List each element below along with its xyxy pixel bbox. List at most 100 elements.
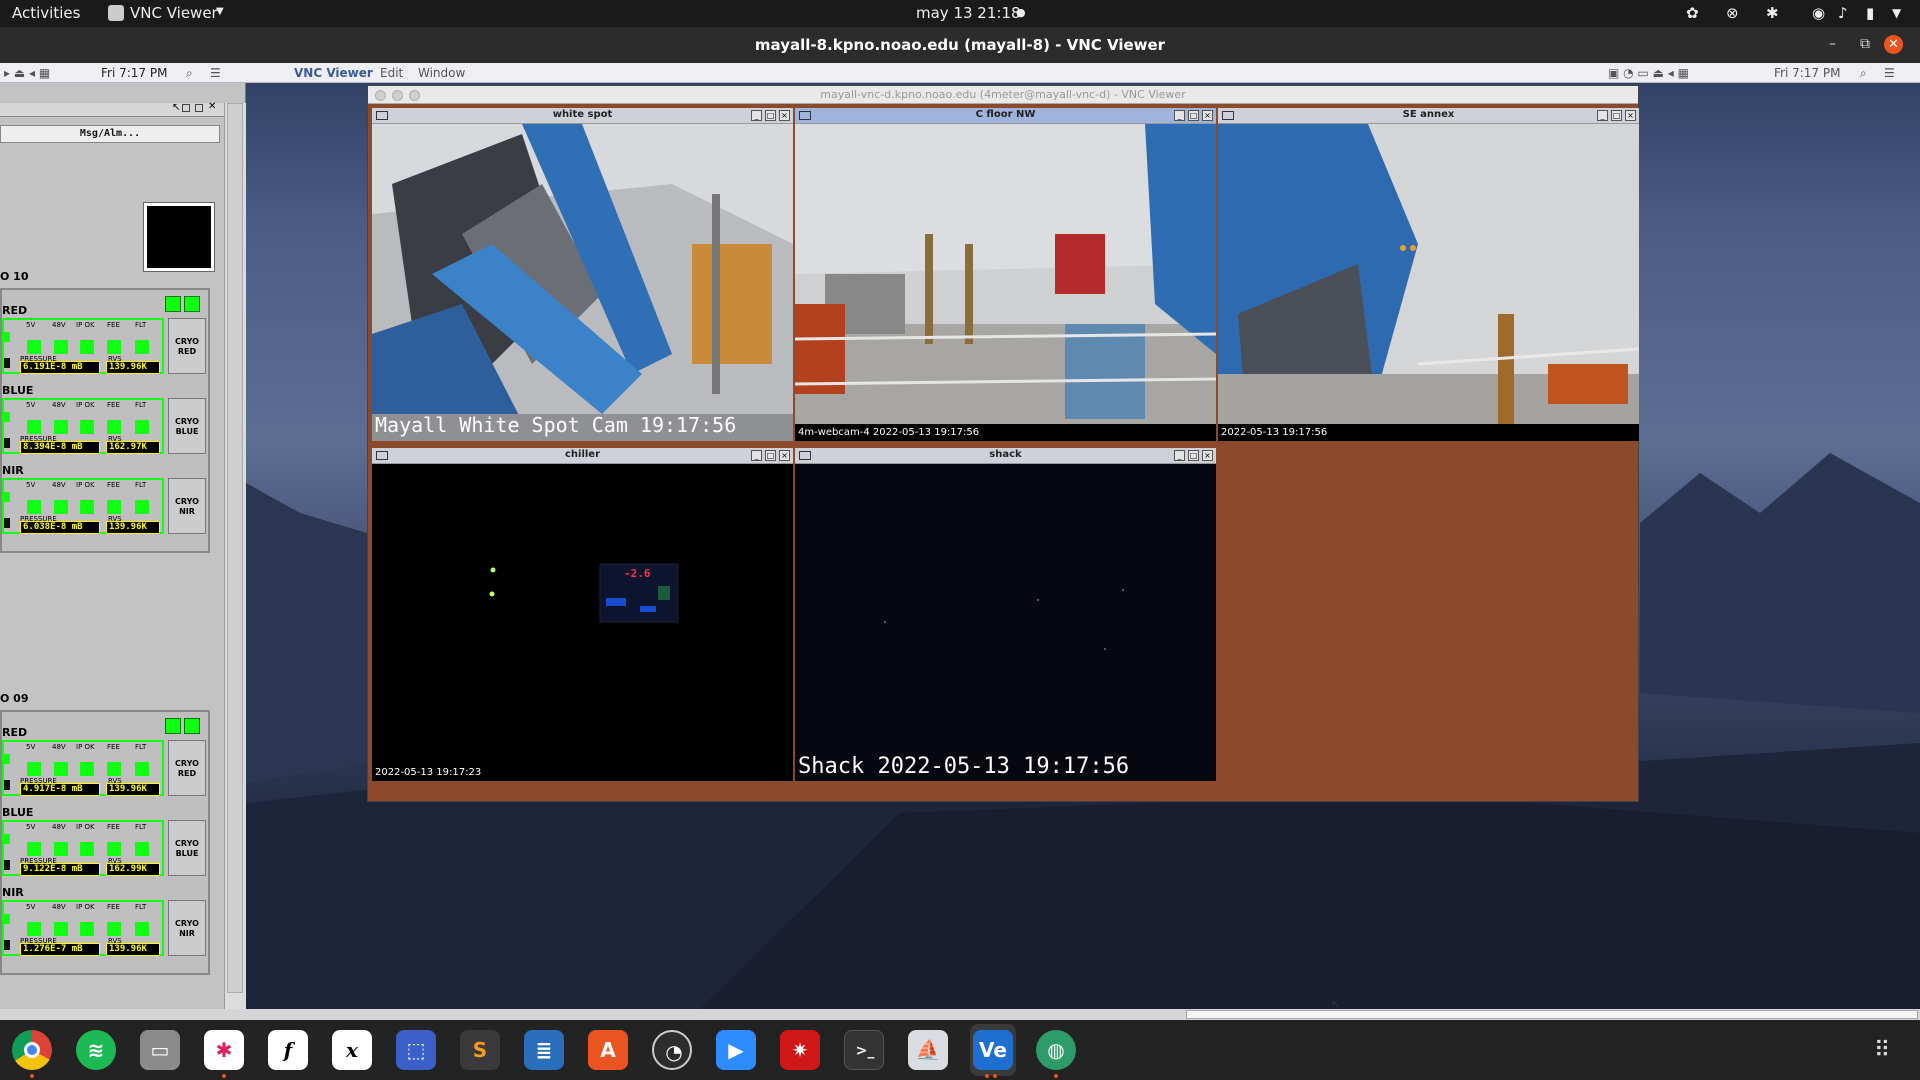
minimize-icon[interactable]: _	[1174, 450, 1185, 461]
webcam-title: C floor NW	[975, 109, 1036, 120]
label-ipok: IP OK	[76, 481, 95, 489]
close-icon[interactable]: ×	[779, 110, 790, 121]
system-menu-icon[interactable]: ▼	[1892, 6, 1901, 20]
globe-icon[interactable]: ◍	[1036, 1030, 1076, 1070]
window-menu[interactable]: Window	[418, 66, 465, 80]
writer-icon[interactable]: ≣	[524, 1030, 564, 1070]
window-title-bar[interactable]: mayall-8.kpno.noao.edu (mayall-8) - VNC …	[0, 27, 1920, 63]
camera-name: RED	[2, 726, 28, 739]
webcam-title-bar[interactable]: C floor NW _ □ ×	[795, 108, 1216, 124]
cryo-button[interactable]: CRYO NIR	[168, 900, 206, 956]
remote-desktop[interactable]: ▸ ⏏ ◂ ▦ Fri 7:17 PM ⌕ ☰ VNC Viewer Edit …	[0, 63, 1920, 1009]
arrow-icon: ↖	[172, 102, 181, 113]
close-icon[interactable]: ×	[1625, 110, 1636, 121]
label-ipok: IP OK	[76, 321, 95, 329]
slack-tray-icon[interactable]: ✱	[1766, 4, 1779, 22]
camera-name: RED	[2, 304, 28, 317]
color-picker-icon[interactable]: ✿	[1686, 4, 1699, 22]
status-light	[54, 340, 68, 354]
webcam-title-bar[interactable]: shack _ □ ×	[795, 448, 1216, 464]
minimize-icon[interactable]: _	[751, 450, 762, 461]
cryo-button[interactable]: CRYO RED	[168, 740, 206, 796]
sync-icon[interactable]: ⊗	[1726, 4, 1739, 22]
cryo-button[interactable]: CRYO BLUE	[168, 398, 206, 454]
obs-icon[interactable]: ◔	[652, 1030, 692, 1070]
msg-alarm-button[interactable]: Msg/Alm...	[0, 125, 220, 143]
search-icon[interactable]: ⌕	[1860, 66, 1867, 81]
webcam-title-bar[interactable]: chiller _ □ ×	[372, 448, 793, 464]
cryo-button[interactable]: CRYO BLUE	[168, 820, 206, 876]
status-frame: 5V 48V IP OK FEE FLT PRESSURE RVS 4.917E…	[2, 740, 164, 796]
files-icon[interactable]: ▭	[140, 1030, 180, 1070]
vnc-viewer-menu[interactable]: VNC Viewer	[294, 66, 373, 80]
minimize-icon[interactable]: _	[1597, 110, 1608, 121]
spotlight-icon[interactable]: ⌕	[186, 66, 193, 81]
status-frame: 5V 48V IP OK FEE FLT PRESSURE RVS 1.276E…	[2, 900, 164, 956]
volume-icon[interactable]: ♪	[1838, 4, 1848, 22]
list-icon[interactable]: ☰	[210, 66, 221, 80]
label-5v: 5V	[26, 321, 36, 329]
chrome-icon[interactable]	[12, 1030, 52, 1070]
sublime-icon[interactable]: S	[460, 1030, 500, 1070]
label-flt: FLT	[135, 401, 147, 409]
terminal-icon[interactable]: >_	[844, 1030, 884, 1070]
horizontal-scroll-thumb[interactable]	[1186, 1010, 1918, 1019]
panel-title-bar[interactable]: ↖ ✕	[0, 101, 224, 117]
window-title: mayall-8.kpno.noao.edu (mayall-8) - VNC …	[754, 36, 1166, 54]
webcam-title-bar[interactable]: white spot _ □ ×	[372, 108, 793, 124]
maximize-icon[interactable]: □	[1611, 110, 1622, 121]
vnc-icon[interactable]: Ve	[973, 1030, 1013, 1070]
status-light	[80, 922, 94, 936]
scroll-thumb[interactable]	[227, 103, 243, 993]
maximize-icon[interactable]: □	[1188, 110, 1199, 121]
mathematica-icon[interactable]: ✷	[780, 1030, 820, 1070]
maximize-icon[interactable]: □	[765, 110, 776, 121]
spectrograph-group: RED 5V 48V IP OK FEE FLT PRESS	[0, 710, 210, 975]
cryo-button[interactable]: CRYO NIR	[168, 478, 206, 534]
label-fee: FEE	[107, 903, 120, 911]
maximize-icon[interactable]: □	[1188, 450, 1199, 461]
webcam-title-bar[interactable]: SE annex _ □ ×	[1218, 108, 1639, 124]
spotify-icon[interactable]: ≋	[76, 1030, 116, 1070]
inner-vnc-title[interactable]: mayall-vnc-d.kpno.noao.edu (4meter@mayal…	[368, 86, 1638, 104]
panel-close-icon[interactable]: ✕	[208, 101, 216, 112]
close-icon[interactable]: ×	[1202, 450, 1213, 461]
label-fee: FEE	[107, 401, 120, 409]
cryo-button[interactable]: CRYO RED	[168, 318, 206, 374]
screenshot-icon[interactable]: ⬚	[396, 1030, 436, 1070]
f-icon[interactable]: f	[268, 1030, 308, 1070]
close-dot-icon[interactable]	[375, 90, 386, 101]
maximize-icon[interactable]: ⧉	[1860, 36, 1870, 52]
minimize-icon[interactable]: _	[1174, 110, 1185, 121]
activities-button[interactable]: Activities	[12, 4, 80, 22]
app-menu[interactable]: VNC Viewer	[130, 4, 218, 22]
horizontal-scrollbar[interactable]	[0, 1009, 1920, 1020]
chiller-display-value: -2.6	[624, 567, 651, 580]
zoom-dot-icon[interactable]	[409, 90, 420, 101]
minimize-icon[interactable]: _	[751, 110, 762, 121]
webcam-window: white spot _ □ × Mayall White Spot Cam 1…	[372, 108, 793, 441]
status-light	[27, 922, 41, 936]
x-icon[interactable]: x	[332, 1030, 372, 1070]
preview-icon[interactable]: ⛵	[908, 1030, 948, 1070]
panel-max-icon[interactable]	[195, 104, 203, 112]
software-icon[interactable]: A	[588, 1030, 628, 1070]
wifi-icon[interactable]: ◉	[1812, 4, 1825, 22]
close-icon[interactable]: ×	[779, 450, 790, 461]
zoom-icon[interactable]: ▶	[716, 1030, 756, 1070]
maximize-icon[interactable]: □	[765, 450, 776, 461]
close-icon[interactable]: ×	[1202, 110, 1213, 121]
show-apps-icon[interactable]: ⠿	[1874, 1038, 1890, 1063]
status-light	[184, 718, 200, 734]
menu-icon[interactable]: ☰	[1884, 66, 1895, 80]
edit-menu[interactable]: Edit	[380, 66, 403, 80]
panel-min-icon[interactable]	[182, 104, 190, 112]
clock[interactable]: may 13 21:18	[916, 4, 1021, 22]
slack-icon[interactable]: ✱	[204, 1030, 244, 1070]
close-icon[interactable]: ✕	[1884, 35, 1903, 54]
chevron-down-icon[interactable]: ▼	[216, 6, 224, 17]
battery-icon[interactable]: ▮	[1866, 4, 1874, 22]
minimize-icon[interactable]: –	[1829, 36, 1836, 52]
minimize-dot-icon[interactable]	[392, 90, 403, 101]
panel-scrollbar[interactable]	[224, 103, 246, 1009]
